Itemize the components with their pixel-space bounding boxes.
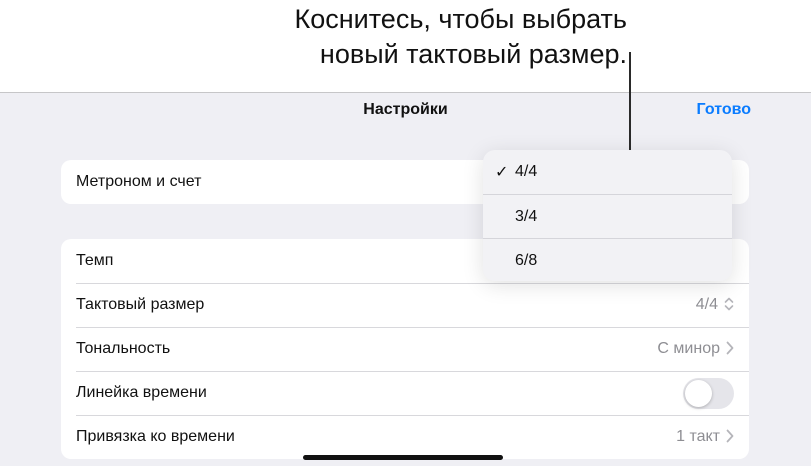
time-ruler-label: Линейка времени xyxy=(76,384,207,401)
done-button[interactable]: Готово xyxy=(697,101,751,119)
snap-row[interactable]: Привязка ко времени 1 такт xyxy=(61,415,749,459)
snap-value-wrap: 1 такт xyxy=(676,428,734,446)
time-signature-popup: ✓ 4/4 3/4 6/8 xyxy=(483,150,732,281)
chevron-right-icon xyxy=(726,428,734,446)
time-signature-row[interactable]: Тактовый размер 4/4 xyxy=(61,283,749,327)
time-signature-value: 4/4 xyxy=(695,296,718,313)
callout-line-1: Коснитесь, чтобы выбрать xyxy=(294,4,628,34)
popup-option-3-4[interactable]: 3/4 xyxy=(483,194,732,238)
popup-option-label: 4/4 xyxy=(515,163,538,180)
callout-text: Коснитесь, чтобы выбрать новый тактовый … xyxy=(295,2,628,72)
key-label: Тональность xyxy=(76,340,171,357)
chevron-right-icon xyxy=(726,340,734,358)
key-value-wrap: C минор xyxy=(657,340,734,358)
time-ruler-toggle[interactable] xyxy=(683,377,734,409)
time-ruler-row: Линейка времени xyxy=(61,371,749,415)
key-row[interactable]: Тональность C минор xyxy=(61,327,749,371)
chevron-up-down-icon xyxy=(724,297,734,314)
popup-option-label: 3/4 xyxy=(515,207,538,225)
snap-label: Привязка ко времени xyxy=(76,428,235,445)
toggle-knob xyxy=(685,379,712,407)
callout-annotation: Коснитесь, чтобы выбрать новый тактовый … xyxy=(0,0,811,92)
key-value: C минор xyxy=(657,340,720,357)
page-title: Настройки xyxy=(363,101,448,118)
popup-option-label: 6/8 xyxy=(515,251,538,269)
time-signature-value-wrap: 4/4 xyxy=(696,296,734,314)
callout-leader-line xyxy=(629,52,631,150)
popup-option-4-4[interactable]: ✓ 4/4 xyxy=(483,150,732,194)
home-indicator xyxy=(303,455,503,460)
popup-option-6-8[interactable]: 6/8 xyxy=(483,238,732,281)
snap-value: 1 такт xyxy=(676,428,720,445)
checkmark-icon: ✓ xyxy=(495,164,509,181)
time-signature-label: Тактовый размер xyxy=(76,296,205,313)
callout-line-2: новый тактовый размер. xyxy=(319,39,627,69)
